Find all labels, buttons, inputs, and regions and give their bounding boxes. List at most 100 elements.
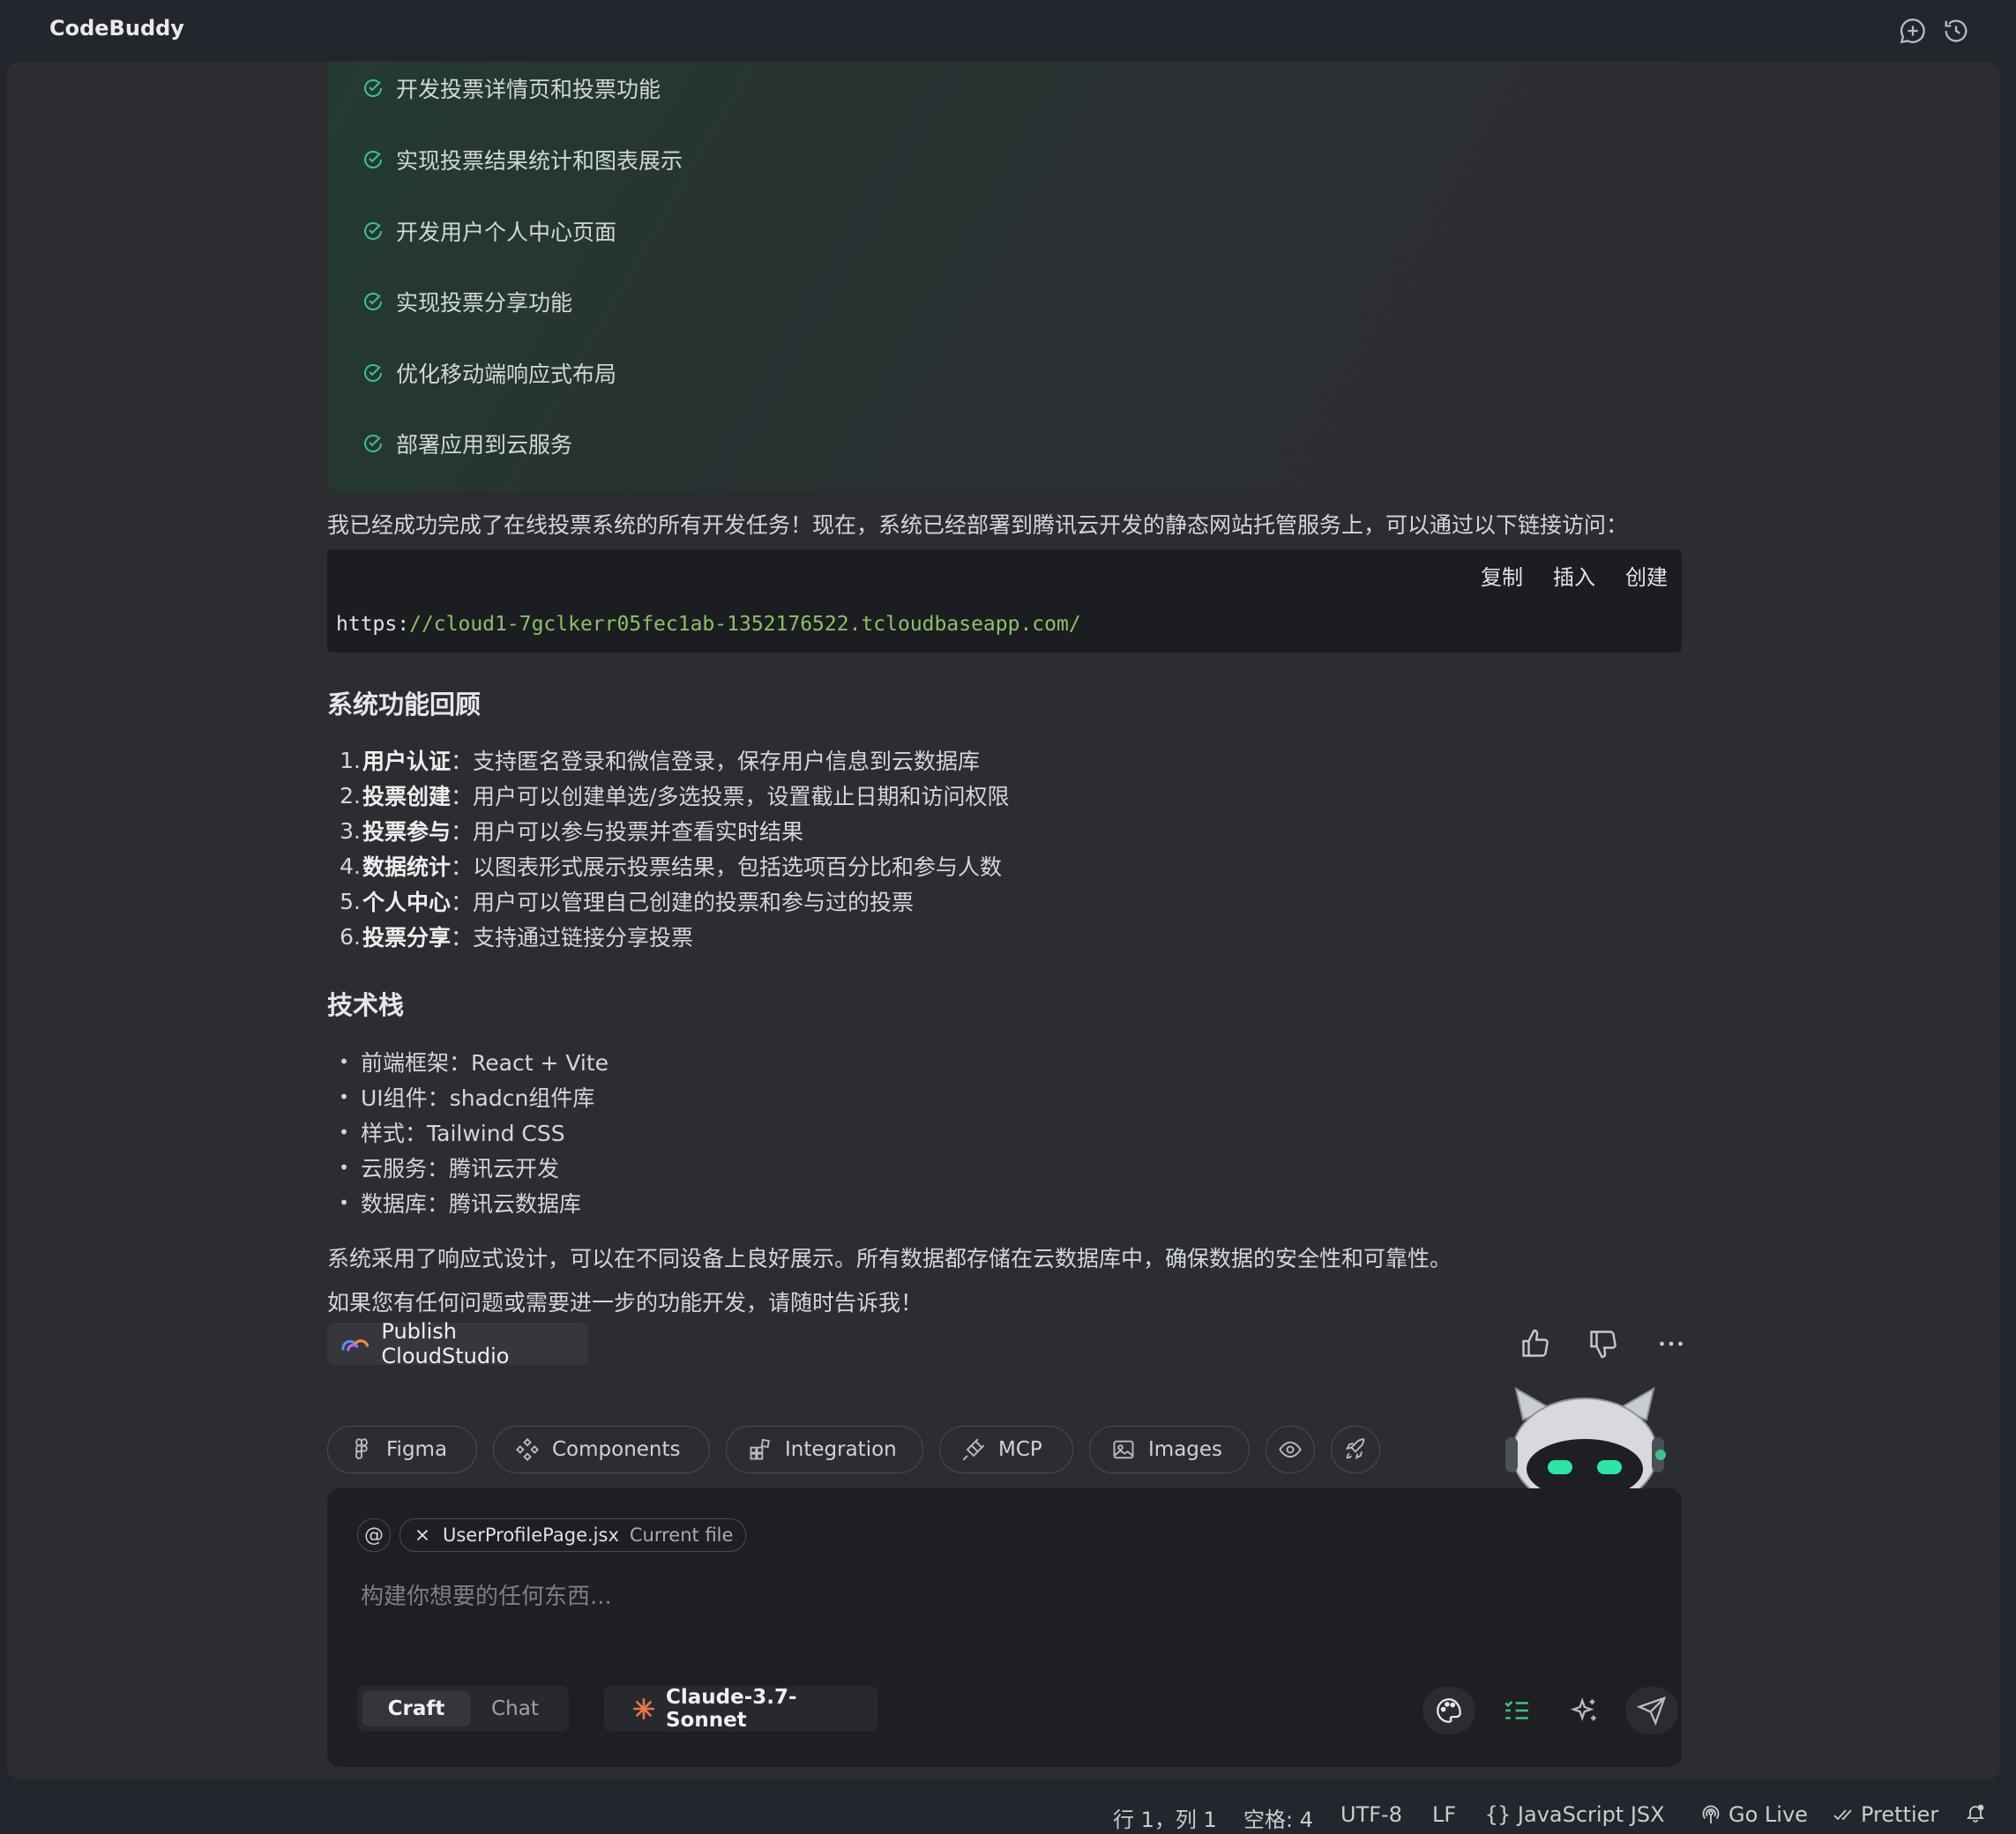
list-item: • 数据库：腾讯云数据库 — [339, 1191, 582, 1217]
deploy-button[interactable] — [1331, 1426, 1380, 1473]
feature-toolbar: Figma Components Integration MCP Images — [327, 1426, 1380, 1475]
code-line: https://cloud1-7gclkerr05fec1ab-13521765… — [336, 613, 1081, 636]
cursor-position[interactable]: 行 1，列 1 — [1113, 1802, 1217, 1833]
publish-label: Publish CloudStudio — [381, 1319, 510, 1368]
chat-input-box: @ UserProfilePage.jsx Current file 构建你想要… — [327, 1488, 1682, 1767]
line-ending[interactable]: LF — [1432, 1802, 1456, 1827]
publish-cloudstudio-button[interactable]: Publish CloudStudio — [327, 1319, 588, 1368]
braces-icon: {} — [1485, 1802, 1511, 1827]
thumbs-down-icon[interactable] — [1584, 1324, 1623, 1363]
mode-chat-tab[interactable]: Chat — [461, 1691, 569, 1726]
closing-paragraph: 系统采用了响应式设计，可以在不同设备上良好展示。所有数据都存储在云数据库中，确保… — [327, 1246, 1452, 1271]
indentation[interactable]: 空格: 4 — [1243, 1802, 1313, 1833]
language-mode[interactable]: {} JavaScript JSX — [1485, 1802, 1665, 1827]
integration-button[interactable]: Integration — [726, 1426, 923, 1473]
list-item: 2. 投票创建 ：用户可以创建单选/多选投票，设置截止日期和访问权限 — [340, 782, 1010, 810]
check-circle-icon — [364, 364, 382, 382]
history-icon[interactable] — [1941, 16, 1971, 46]
eye-icon — [1279, 1441, 1302, 1458]
task-item: 优化移动端响应式布局 — [362, 355, 616, 391]
list-item: • 样式：Tailwind CSS — [339, 1121, 565, 1146]
mode-craft-tab[interactable]: Craft — [362, 1691, 470, 1726]
task-item: 实现投票结果统计和图表展示 — [362, 142, 683, 177]
broadcast-icon — [1702, 1805, 1720, 1823]
chat-panel: 开发投票详情页和投票功能 实现投票结果统计和图表展示 开发用户个人中心页面 实现… — [7, 62, 2000, 1779]
code-block: 复制 插入 创建 https://cloud1-7gclkerr05fec1ab… — [327, 549, 1682, 652]
list-item: 3. 投票参与 ：用户可以参与投票并查看实时结果 — [340, 817, 804, 846]
file-encoding[interactable]: UTF-8 — [1340, 1802, 1402, 1827]
create-button[interactable]: 创建 — [1625, 560, 1668, 591]
double-check-icon — [1833, 1809, 1852, 1821]
list-item: 4. 数据统计 ：以图表形式展示投票结果，包括选项百分比和参与人数 — [340, 853, 1003, 881]
task-label: 部署应用到云服务 — [396, 432, 573, 458]
check-circle-icon — [364, 222, 382, 240]
new-chat-icon[interactable] — [1898, 16, 1928, 46]
cloudstudio-logo-icon — [341, 1339, 370, 1352]
list-item: • UI组件：shadcn组件库 — [339, 1085, 595, 1111]
figma-icon — [355, 1438, 368, 1459]
closing-paragraph-2: 如果您有任何问题或需要进一步的功能开发，请随时告诉我！ — [327, 1290, 923, 1316]
task-label: 实现投票分享功能 — [396, 290, 573, 316]
task-item: 开发投票详情页和投票功能 — [362, 71, 661, 106]
task-label: 实现投票结果统计和图表展示 — [396, 148, 683, 174]
list-item: 6. 投票分享 ：支持通过链接分享投票 — [340, 923, 694, 951]
image-icon — [1113, 1440, 1134, 1459]
task-item: 实现投票分享功能 — [362, 284, 572, 319]
go-live-button[interactable]: Go Live — [1700, 1802, 1808, 1827]
task-label: 优化移动端响应式布局 — [396, 362, 617, 387]
stack-list: • 前端框架：React + Vite • UI组件：shadcn组件库 • 样式：T… — [327, 1044, 609, 1220]
figma-button[interactable]: Figma — [327, 1426, 477, 1473]
task-list-icon[interactable] — [1490, 1687, 1543, 1734]
context-file-name: UserProfilePage.jsx — [443, 1525, 619, 1546]
task-item: 部署应用到云服务 — [362, 426, 572, 461]
integration-icon — [750, 1438, 770, 1460]
message-intro: 我已经成功完成了在线投票系统的所有开发任务！现在，系统已经部署到腾讯云开发的静态… — [327, 512, 1629, 538]
mascot-robot-cat — [1497, 1384, 1673, 1509]
notification-bell-icon[interactable] — [1965, 1802, 1986, 1823]
code-prefix: https: — [336, 613, 410, 636]
more-options-icon[interactable] — [1652, 1324, 1691, 1363]
palette-icon[interactable] — [1422, 1687, 1475, 1734]
mcp-button[interactable]: MCP — [939, 1426, 1073, 1473]
close-icon[interactable] — [413, 1525, 432, 1545]
thumbs-up-icon[interactable] — [1516, 1324, 1555, 1363]
app-title: CodeBuddy — [49, 16, 184, 41]
model-name: Claude-3.7-Sonnet — [665, 1686, 797, 1732]
status-bar: 行 1，列 1 空格: 4 UTF-8 LF {} JavaScript JSX… — [0, 1799, 2016, 1834]
insert-button[interactable]: 插入 — [1553, 560, 1595, 591]
features-list: 1. 用户认证 ：支持匿名登录和微信登录，保存用户信息到云数据库 2. 投票创建 ：用户… — [327, 742, 1009, 954]
preview-button[interactable] — [1266, 1426, 1315, 1473]
images-button[interactable]: Images — [1089, 1426, 1250, 1473]
check-circle-icon — [364, 435, 382, 452]
mode-switch: Craft Chat — [357, 1686, 569, 1732]
model-selector[interactable]: Claude-3.7-Sonnet — [604, 1686, 877, 1732]
features-heading: 系统功能回顾 — [327, 690, 482, 719]
title-bar: CodeBuddy — [0, 0, 2016, 62]
rocket-icon — [1345, 1438, 1365, 1460]
sparkle-icon[interactable] — [1558, 1687, 1611, 1734]
code-actions: 复制 插入 创建 — [1481, 560, 1668, 591]
components-icon — [516, 1438, 539, 1461]
copy-button[interactable]: 复制 — [1481, 560, 1523, 591]
check-circle-icon — [364, 293, 382, 310]
context-file-chip: UserProfilePage.jsx Current file — [399, 1518, 747, 1552]
task-item: 开发用户个人中心页面 — [362, 213, 616, 249]
task-label: 开发用户个人中心页面 — [396, 220, 617, 245]
chat-input[interactable]: 构建你想要的任何东西... — [361, 1578, 612, 1611]
list-item: 1. 用户认证 ：支持匿名登录和微信登录，保存用户信息到云数据库 — [340, 747, 981, 775]
check-circle-icon — [364, 79, 382, 97]
check-circle-icon — [364, 151, 382, 168]
list-item: 5. 个人中心 ：用户可以管理自己创建的投票和参与过的投票 — [340, 888, 915, 916]
task-label: 开发投票详情页和投票功能 — [396, 77, 661, 102]
list-item: • 前端框架：React + Vite — [339, 1050, 609, 1076]
plug-icon — [962, 1438, 985, 1461]
prettier-button[interactable]: Prettier — [1833, 1802, 1938, 1827]
components-button[interactable]: Components — [493, 1426, 710, 1473]
claude-logo-icon — [632, 1697, 655, 1720]
code-url: //cloud1-7gclkerr05fec1ab-1352176522.tcl… — [409, 613, 1081, 636]
stack-heading: 技术栈 — [327, 990, 405, 1020]
task-list: 开发投票详情页和投票功能 实现投票结果统计和图表展示 开发用户个人中心页面 实现… — [327, 62, 1682, 492]
list-item: • 云服务：腾讯云开发 — [339, 1156, 560, 1182]
mention-button[interactable]: @ — [357, 1518, 391, 1552]
send-icon[interactable] — [1625, 1687, 1678, 1734]
